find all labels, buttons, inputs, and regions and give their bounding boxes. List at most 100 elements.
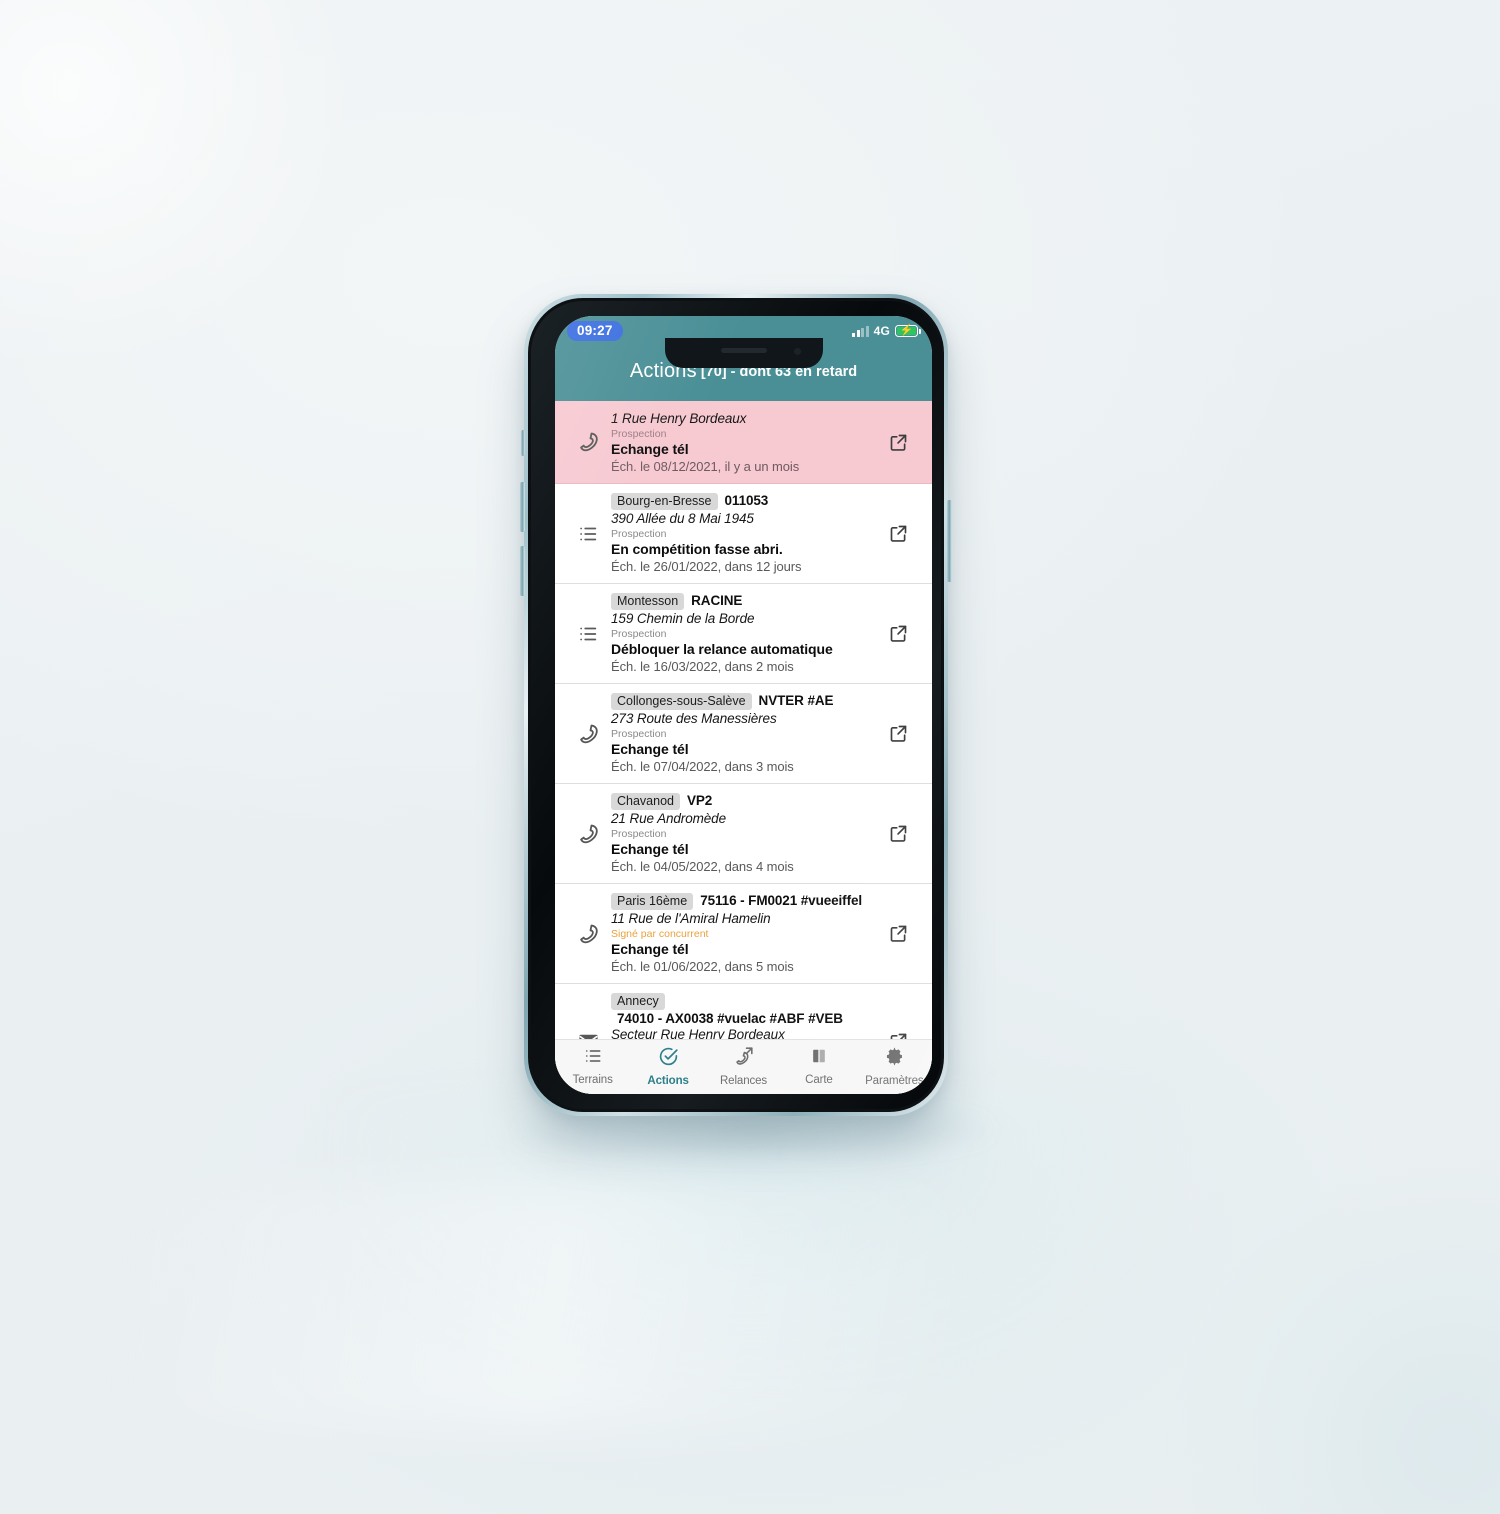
row-content: Paris 16ème 75116 - FM0021 #vueeiffel 11…	[611, 893, 876, 974]
open-in-new-icon[interactable]	[876, 923, 920, 944]
row-reference: RACINE	[691, 593, 743, 608]
row-heading: Montesson RACINE	[611, 593, 870, 610]
scene-backdrop: 09:27 4G ⚡ Actions [70] - dont 63 en ret…	[0, 0, 1500, 1514]
volume-up-button[interactable]	[520, 482, 525, 532]
row-due-date: Éch. le 08/12/2021, il y a un mois	[611, 459, 800, 474]
row-city-chip: Bourg-en-Bresse	[611, 493, 718, 510]
gear-icon	[884, 1046, 905, 1072]
row-reference: NVTER #AE	[758, 693, 834, 708]
status-bar-indicators: 4G ⚡	[852, 324, 921, 338]
backdrop-highlight-top-left	[0, 0, 360, 380]
open-in-new-icon[interactable]	[876, 432, 920, 453]
phone-notch	[664, 338, 823, 368]
status-bar-clock: 09:27	[567, 320, 623, 342]
phone-icon	[565, 922, 611, 946]
row-content: Chavanod VP2 21 Rue Andromède Prospectio…	[611, 793, 876, 874]
row-reference: 011053	[724, 493, 769, 508]
mute-switch-button[interactable]	[521, 430, 525, 456]
row-address: 273 Route des Manessières	[611, 711, 777, 726]
table-row[interactable]: Bourg-en-Bresse 011053 390 Allée du 8 Ma…	[555, 484, 932, 584]
row-reference: 74010 - AX0038 #vuelac #ABF #VEB	[617, 1011, 843, 1026]
backdrop-highlight-bottom-right	[1160, 1154, 1500, 1514]
row-city-chip: Chavanod	[611, 793, 680, 810]
row-heading: Annecy	[611, 993, 870, 1010]
row-tag: Signé par concurrent	[611, 928, 709, 940]
phone-icon	[565, 722, 611, 746]
open-in-new-icon[interactable]	[876, 623, 920, 644]
list-icon	[565, 523, 611, 545]
tab-label: Paramètres	[865, 1075, 924, 1087]
tab-label: Actions	[647, 1075, 689, 1087]
tab-relances[interactable]: Relances	[706, 1046, 781, 1087]
front-camera-icon	[793, 348, 801, 355]
table-row[interactable]: Chavanod VP2 21 Rue Andromède Prospectio…	[555, 784, 932, 884]
row-heading: Paris 16ème 75116 - FM0021 #vueeiffel	[611, 893, 870, 910]
list-icon	[583, 1046, 603, 1071]
row-heading: Collonges-sous-Salève NVTER #AE	[611, 693, 870, 710]
row-tag: Prospection	[611, 728, 667, 740]
open-in-new-icon[interactable]	[876, 823, 920, 844]
tab-actions[interactable]: Actions	[630, 1046, 705, 1087]
row-reference: 75116 - FM0021 #vueeiffel	[700, 893, 863, 908]
open-in-new-icon[interactable]	[876, 1031, 920, 1039]
row-tag: Prospection	[611, 828, 667, 840]
tab-carte[interactable]: Carte	[781, 1046, 856, 1086]
row-task: Echange tél	[611, 841, 689, 857]
bottom-navigation-wrapper: Terrains Actions Relances Carte Paramètr…	[555, 1039, 932, 1094]
row-address: 390 Allée du 8 Mai 1945	[611, 511, 754, 526]
phone-forward-icon	[733, 1046, 754, 1072]
row-heading: Chavanod VP2	[611, 793, 870, 810]
row-content: 1 Rue Henry Bordeaux Prospection Echange…	[611, 410, 876, 474]
map-icon	[809, 1046, 829, 1071]
row-task: En compétition fasse abri.	[611, 541, 783, 557]
row-tag: Prospection	[611, 628, 667, 640]
row-content: Collonges-sous-Salève NVTER #AE 273 Rout…	[611, 693, 876, 774]
row-due-date: Éch. le 07/04/2022, dans 3 mois	[611, 759, 794, 774]
power-button[interactable]	[947, 500, 952, 582]
row-city-chip: Collonges-sous-Salève	[611, 693, 752, 710]
mail-icon	[565, 1030, 611, 1039]
phone-icon	[565, 822, 611, 846]
row-content: Montesson RACINE 159 Chemin de la Borde …	[611, 593, 876, 674]
tab-label: Terrains	[572, 1074, 613, 1086]
network-type-label: 4G	[873, 324, 890, 338]
tab-label: Relances	[719, 1075, 768, 1087]
actions-list[interactable]: 1 Rue Henry Bordeaux Prospection Echange…	[555, 401, 932, 1039]
phone-screen: 09:27 4G ⚡ Actions [70] - dont 63 en ret…	[555, 316, 932, 1094]
battery-charging-icon: ⚡	[895, 325, 921, 337]
row-task: Echange tél	[611, 741, 689, 757]
row-address: 11 Rue de l'Amiral Hamelin	[611, 911, 771, 926]
table-row[interactable]: Annecy 74010 - AX0038 #vuelac #ABF #VEB …	[555, 984, 932, 1039]
check-circle-icon	[658, 1046, 679, 1072]
row-tag: Prospection	[611, 428, 667, 440]
volume-down-button[interactable]	[520, 546, 525, 596]
row-address: 21 Rue Andromède	[611, 811, 726, 826]
row-address: Secteur Rue Henry Bordeaux	[611, 1027, 785, 1039]
row-reference: VP2	[687, 793, 713, 808]
table-row[interactable]: 1 Rue Henry Bordeaux Prospection Echange…	[555, 401, 932, 484]
table-row[interactable]: Paris 16ème 75116 - FM0021 #vueeiffel 11…	[555, 884, 932, 984]
phone-icon	[565, 430, 611, 454]
tab-parametres[interactable]: Paramètres	[857, 1046, 932, 1087]
row-heading: Bourg-en-Bresse 011053	[611, 493, 870, 510]
row-tag: Prospection	[611, 528, 667, 540]
row-due-date: Éch. le 26/01/2022, dans 12 jours	[611, 559, 802, 574]
table-row[interactable]: Collonges-sous-Salève NVTER #AE 273 Rout…	[555, 684, 932, 784]
row-due-date: Éch. le 16/03/2022, dans 2 mois	[611, 659, 794, 674]
ambient-light-streak	[120, 1180, 1380, 1430]
tab-terrains[interactable]: Terrains	[555, 1046, 630, 1086]
row-city-chip: Annecy	[611, 993, 665, 1010]
table-row[interactable]: Montesson RACINE 159 Chemin de la Borde …	[555, 584, 932, 684]
signal-bars-icon	[852, 325, 869, 337]
row-task: Echange tél	[611, 941, 689, 957]
row-task: Débloquer la relance automatique	[611, 641, 833, 657]
phone-mockup: 09:27 4G ⚡ Actions [70] - dont 63 en ret…	[520, 294, 952, 1116]
bottom-navigation[interactable]: Terrains Actions Relances Carte Paramètr…	[555, 1039, 932, 1094]
open-in-new-icon[interactable]	[876, 523, 920, 544]
row-address: 159 Chemin de la Borde	[611, 611, 755, 626]
row-city-chip: Montesson	[611, 593, 685, 610]
open-in-new-icon[interactable]	[876, 723, 920, 744]
row-address: 1 Rue Henry Bordeaux	[611, 411, 747, 426]
row-due-date: Éch. le 01/06/2022, dans 5 mois	[611, 959, 794, 974]
row-due-date: Éch. le 04/05/2022, dans 4 mois	[611, 859, 794, 874]
